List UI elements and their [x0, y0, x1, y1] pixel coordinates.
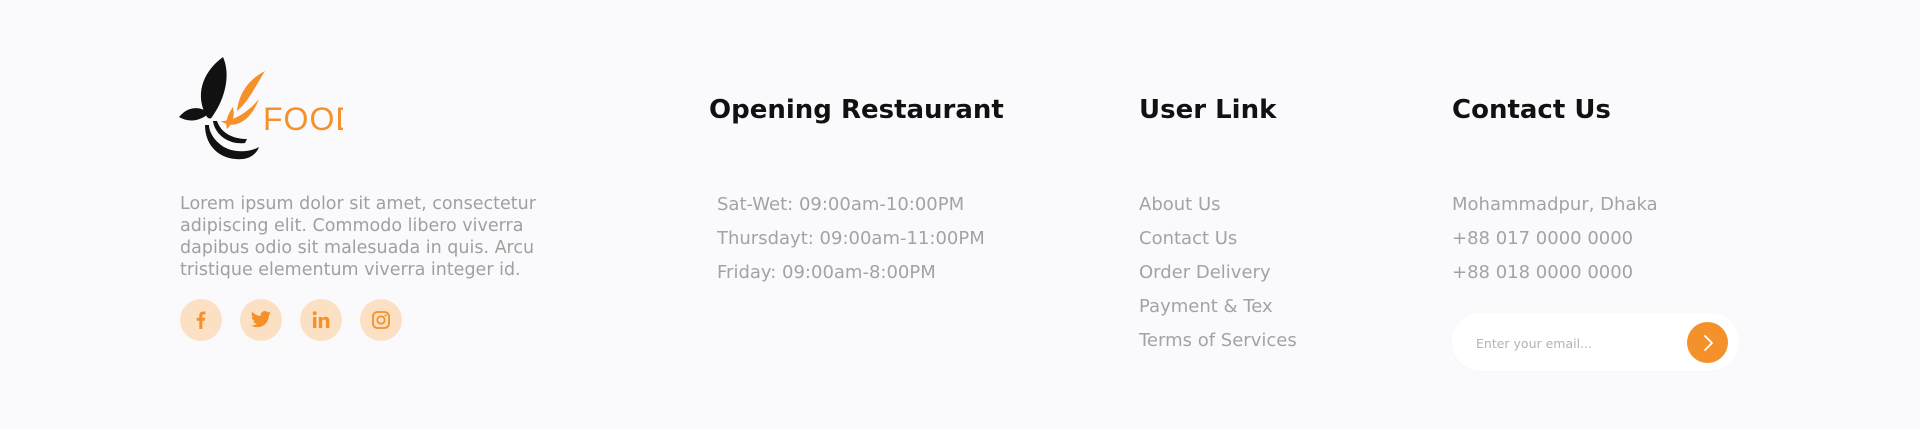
facebook-link[interactable] [180, 299, 222, 341]
opening-hours-title: Opening Restaurant [709, 95, 1004, 125]
user-links-list: About Us Contact Us Order Delivery Payme… [1139, 193, 1297, 363]
linkedin-icon [312, 311, 330, 328]
terms-of-services-link[interactable]: Terms of Services [1139, 330, 1297, 351]
newsletter-form [1452, 313, 1739, 371]
contact-phone: +88 017 0000 0000 [1452, 228, 1634, 249]
contact-phone: +88 018 0000 0000 [1452, 262, 1634, 283]
contact-us-link[interactable]: Contact Us [1139, 228, 1237, 249]
user-links-title: User Link [1139, 95, 1277, 125]
chevron-right-icon [1703, 334, 1713, 351]
payment-tex-link[interactable]: Payment & Tex [1139, 296, 1273, 317]
instagram-link[interactable] [360, 299, 402, 341]
order-delivery-link[interactable]: Order Delivery [1139, 262, 1271, 283]
brand-logo[interactable]: FOOD [179, 55, 364, 167]
about-us-link[interactable]: About Us [1139, 194, 1221, 215]
opening-hours-item: Thursdayt: 09:00am-11:00PM [717, 228, 985, 249]
subscribe-button[interactable] [1687, 322, 1728, 363]
contact-address: Mohammadpur, Dhaka [1452, 194, 1658, 215]
opening-hours-list: Sat-Wet: 09:00am-10:00PM Thursdayt: 09:0… [717, 193, 985, 295]
contact-info-list: Mohammadpur, Dhaka +88 017 0000 0000 +88… [1452, 193, 1658, 295]
opening-hours-item: Friday: 09:00am-8:00PM [717, 262, 936, 283]
instagram-icon [372, 311, 390, 329]
linkedin-link[interactable] [300, 299, 342, 341]
facebook-icon [196, 311, 206, 329]
about-text: Lorem ipsum dolor sit amet, consectetur … [180, 194, 536, 280]
site-footer: FOOD Lorem ipsum dolor sit amet, consect… [0, 0, 1920, 429]
twitter-icon [250, 311, 272, 328]
logo-wordmark: FOOD [263, 103, 343, 135]
opening-hours-item: Sat-Wet: 09:00am-10:00PM [717, 194, 965, 215]
contact-title: Contact Us [1452, 95, 1611, 125]
social-links [180, 299, 402, 341]
twitter-link[interactable] [240, 299, 282, 341]
email-input[interactable] [1474, 330, 1678, 356]
